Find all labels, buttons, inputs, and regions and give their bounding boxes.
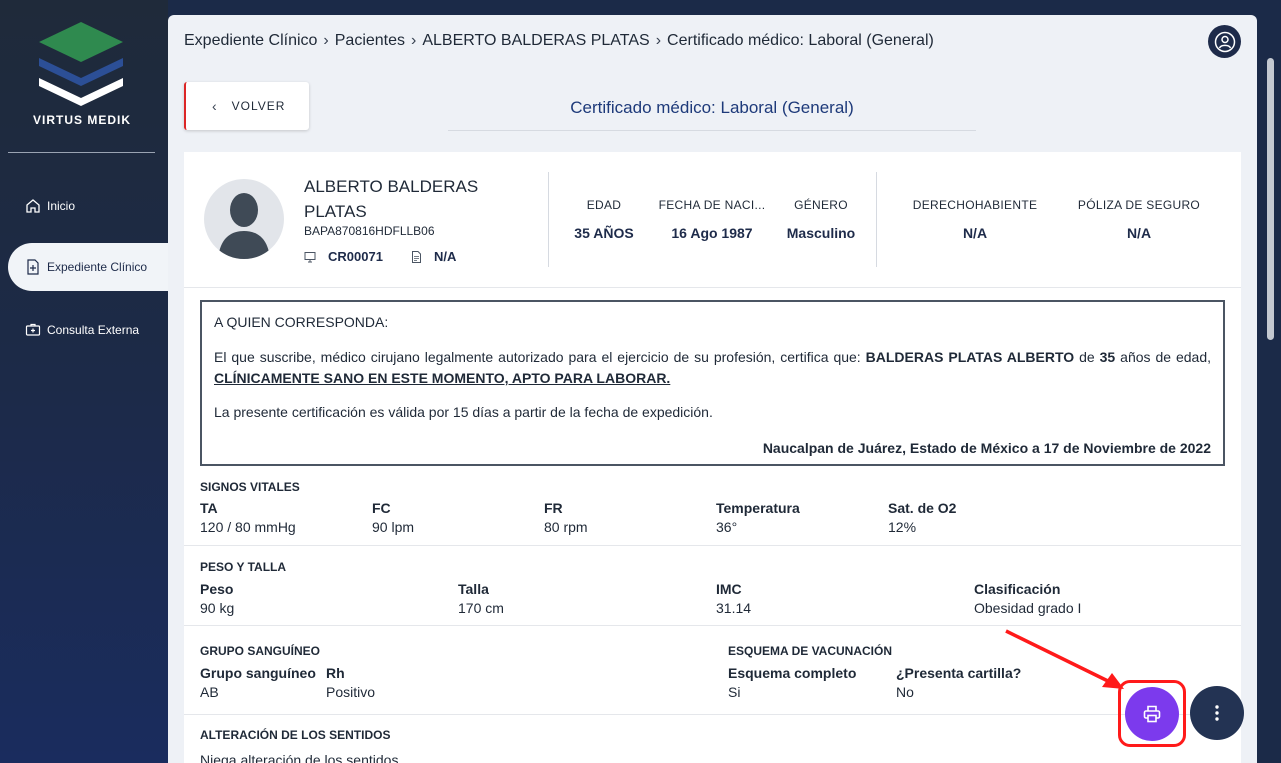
annotation-arrow	[1005, 629, 1124, 689]
sidebar-item-label: Expediente Clínico	[47, 260, 148, 274]
field-sentidos: Niega alteración de los sentidos	[200, 752, 399, 763]
user-icon	[1214, 31, 1235, 52]
field-fc: FC 90 lpm	[372, 500, 415, 535]
section-divider	[184, 287, 1241, 288]
sidebar: VIRTUS MEDIK Inicio Expediente Clínico C…	[0, 0, 168, 763]
certificate-verdict: CLÍNICAMENTE SANO EN ESTE MOMENTO, APTO …	[214, 370, 671, 386]
chevron-right-icon: ›	[655, 32, 662, 49]
file-plus-icon	[25, 259, 41, 275]
user-avatar-button[interactable]	[1208, 25, 1241, 58]
print-button[interactable]	[1125, 687, 1179, 741]
sidebar-item-label: Inicio	[47, 199, 76, 213]
sidebar-item-inicio[interactable]: Inicio	[0, 182, 168, 230]
sidebar-item-consulta-externa[interactable]: Consulta Externa	[0, 306, 168, 354]
medical-case-icon	[25, 322, 41, 338]
stat-edad: EDAD 35 AÑOS	[574, 198, 634, 241]
field-esquema-completo: Esquema completo Si	[728, 665, 857, 700]
chevron-right-icon: ›	[411, 32, 417, 49]
section-divider	[184, 545, 1241, 546]
patient-document: N/A	[433, 249, 457, 264]
certificate-text-box: A QUIEN CORRESPONDA: El que suscribe, mé…	[200, 300, 1225, 466]
page-title: Certificado médico: Laboral (General)	[570, 98, 854, 117]
section-divider	[184, 714, 1241, 715]
certificate-place-date: Naucalpan de Juárez, Estado de México a …	[762, 440, 1211, 456]
printer-icon	[1143, 705, 1161, 723]
stat-fecha-nacimiento: FECHA DE NACI... 16 Ago 1987	[658, 198, 766, 241]
section-title-senses: ALTERACIÓN DE LOS SENTIDOS	[200, 728, 391, 742]
title-divider	[448, 130, 976, 131]
patient-curp: BAPA870816HDFLLB06	[304, 224, 435, 238]
sidebar-divider	[8, 152, 155, 153]
certificate-greeting: A QUIEN CORRESPONDA:	[214, 314, 389, 330]
more-vertical-icon	[1215, 705, 1219, 721]
patient-avatar	[204, 179, 284, 259]
breadcrumb-patient[interactable]: ALBERTO BALDERAS PLATAS	[422, 32, 649, 50]
chevron-left-icon: ‹	[212, 98, 218, 114]
section-title-vaccination: ESQUEMA DE VACUNACIÓN	[728, 644, 893, 658]
breadcrumb-pacientes[interactable]: Pacientes	[335, 32, 405, 50]
field-grupo-sanguineo: Grupo sanguíneo AB	[200, 665, 316, 700]
sidebar-item-label: Consulta Externa	[47, 323, 140, 337]
divider	[876, 172, 877, 267]
patient-meta: CR00071 N/A	[304, 249, 456, 264]
section-title-blood: GRUPO SANGUÍNEO	[200, 644, 321, 658]
stat-derechohabiente: DERECHOHABIENTE N/A	[912, 198, 1038, 241]
back-button[interactable]: ‹ VOLVER	[184, 82, 309, 130]
field-clasificacion: Clasificación Obesidad grado I	[974, 581, 1082, 616]
patient-name: ALBERTO BALDERAS PLATAS	[304, 177, 479, 221]
certificate-validity: La presente certificación es válida por …	[214, 404, 713, 420]
field-rh: Rh Positivo	[326, 665, 376, 700]
chevron-right-icon: ›	[323, 32, 329, 49]
field-temperatura: Temperatura 36°	[716, 500, 800, 535]
section-title-weight: PESO Y TALLA	[200, 560, 287, 574]
sidebar-item-expediente-clinico[interactable]: Expediente Clínico	[8, 243, 168, 291]
field-fr: FR 80 rpm	[544, 500, 588, 535]
back-button-label: VOLVER	[231, 99, 286, 113]
field-peso: Peso 90 kg	[200, 581, 235, 616]
breadcrumb-expediente[interactable]: Expediente Clínico	[184, 32, 317, 50]
certificate-patient-name: BALDERAS PLATAS ALBERTO	[865, 349, 1075, 365]
virtus-medik-logo	[39, 22, 123, 106]
brand-name: VIRTUS MEDIK	[32, 113, 131, 127]
field-talla: Talla 170 cm	[458, 581, 504, 616]
certificate-body: El que suscribe, médico cirujano legalme…	[214, 349, 1212, 386]
field-imc: IMC 31.14	[716, 581, 752, 616]
certificate-age: 35	[1099, 349, 1116, 365]
field-ta: TA 120 / 80 mmHg	[200, 500, 296, 535]
home-icon	[25, 198, 41, 214]
patient-record-id: CR00071	[328, 249, 383, 264]
document-icon	[411, 250, 422, 263]
stat-poliza-seguro: PÓLIZA DE SEGURO N/A	[1077, 198, 1201, 241]
stat-genero: GÉNERO Masculino	[786, 198, 856, 241]
more-options-button[interactable]	[1190, 686, 1244, 740]
breadcrumb-current: Certificado médico: Laboral (General)	[667, 32, 934, 49]
divider	[548, 172, 549, 267]
monitor-icon	[304, 251, 316, 263]
breadcrumb: Expediente Clínico › Pacientes › ALBERTO…	[184, 32, 934, 50]
scrollbar-thumb[interactable]	[1267, 58, 1274, 340]
field-saturacion-o2: Sat. de O2 12%	[888, 500, 957, 535]
section-title-vitals: SIGNOS VITALES	[200, 480, 300, 494]
